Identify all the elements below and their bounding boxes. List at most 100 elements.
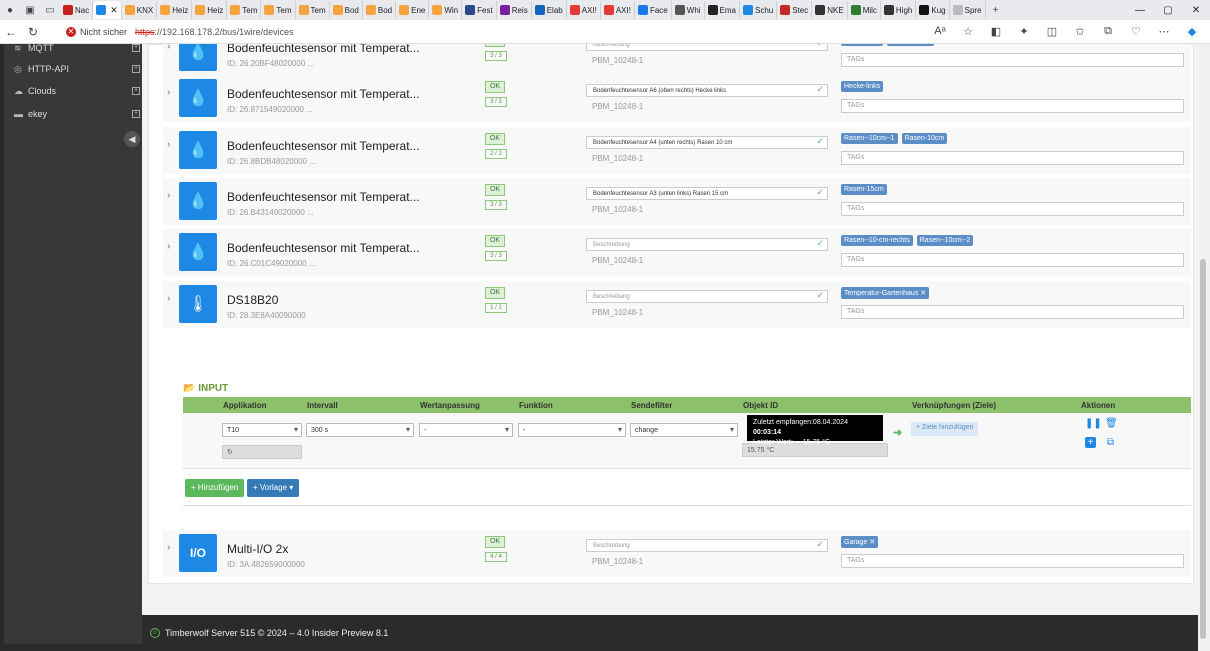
- tag-chip[interactable]: Rasen-10cm: [901, 133, 948, 144]
- split-screen-icon[interactable]: ◫: [1040, 25, 1064, 38]
- add-targets-button[interactable]: + Ziele hinzufügen: [911, 422, 979, 436]
- browser-tab[interactable]: AXI!: [601, 1, 635, 19]
- browser-tab[interactable]: ✕: [93, 1, 122, 19]
- description-input[interactable]: Beschreibung✓: [586, 44, 828, 51]
- chevron-right-icon[interactable]: ›: [167, 241, 170, 252]
- template-button[interactable]: + Vorlage ▾: [247, 479, 300, 497]
- funktion-select[interactable]: -: [518, 423, 626, 437]
- security-indicator[interactable]: ✕ Nicht sicher: [66, 26, 127, 37]
- tag-chip[interactable]: Rasen-15cm: [841, 184, 887, 195]
- interval-select[interactable]: 300 s: [306, 423, 414, 437]
- tag-input[interactable]: TAGs: [841, 202, 1184, 216]
- chevron-right-icon[interactable]: ›: [167, 87, 170, 98]
- browser-tab[interactable]: Schu: [740, 1, 778, 19]
- add-icon[interactable]: +: [1085, 437, 1096, 448]
- browser-tab[interactable]: AXI!: [567, 1, 601, 19]
- expand-icon[interactable]: +: [132, 65, 140, 73]
- browser-tab[interactable]: Face: [635, 1, 672, 19]
- puzzle-icon[interactable]: ✦: [1012, 25, 1036, 38]
- sendefilter-select[interactable]: change: [630, 423, 738, 437]
- tag-input[interactable]: TAGs: [841, 554, 1184, 568]
- description-input[interactable]: Beschreibung✓: [586, 290, 828, 303]
- copilot-icon[interactable]: ◆: [1180, 25, 1204, 38]
- back-icon[interactable]: ←: [0, 25, 22, 39]
- browser-tab[interactable]: Tem: [296, 1, 330, 19]
- browser-tab[interactable]: Bod: [330, 1, 363, 19]
- sidebar-item-mqtt[interactable]: ≋ MQTT +: [14, 40, 140, 56]
- url-field[interactable]: https://192.168.178.2/bus/1wire/devices: [135, 27, 294, 37]
- description-input[interactable]: Bodenfeuchtesensor A4 (unten rechts) Ras…: [586, 136, 828, 149]
- tag-input[interactable]: TAGs: [841, 151, 1184, 165]
- browser-tab[interactable]: Fest: [462, 1, 497, 19]
- close-window-icon[interactable]: ✕: [1182, 5, 1210, 16]
- browser-tab[interactable]: Bod: [363, 1, 397, 19]
- minimize-icon[interactable]: —: [1126, 5, 1154, 16]
- chevron-right-icon[interactable]: ›: [167, 190, 170, 201]
- browser-tab[interactable]: High: [881, 1, 917, 19]
- description-input[interactable]: Beschreibung✓: [586, 238, 828, 251]
- trash-icon[interactable]: 🗑: [1105, 418, 1118, 429]
- tag-chip[interactable]: Garage ✕: [841, 536, 879, 548]
- description-input[interactable]: Bodenfeuchtesensor A6 (oben rechts) Heck…: [586, 84, 828, 97]
- browser-tab[interactable]: Reis: [497, 1, 532, 19]
- maximize-icon[interactable]: ▢: [1154, 5, 1182, 16]
- browser-tab[interactable]: Nac: [60, 1, 94, 19]
- workspaces-icon[interactable]: ▣: [20, 5, 40, 16]
- sidebar-item-http-api[interactable]: ◎ HTTP-API +: [14, 61, 140, 77]
- browser-tab[interactable]: Heiz: [192, 1, 228, 19]
- tag-chip[interactable]: Hecke-links: [841, 81, 884, 92]
- favorite-star-icon[interactable]: ☆: [956, 25, 980, 38]
- browser-tab[interactable]: Elab: [532, 1, 567, 19]
- sidebar-item-clouds[interactable]: ☁ Clouds +: [14, 83, 140, 99]
- device-row[interactable]: › 💧 Bodenfeuchtesensor mit Temperat... ID: …: [163, 229, 1191, 277]
- browser-tab[interactable]: KNX: [122, 1, 158, 19]
- device-row-multi-io[interactable]: › I/O Multi-I/O 2x ID: 3A.482659000000 O…: [163, 530, 1191, 578]
- browser-tab[interactable]: Heiz: [157, 1, 193, 19]
- browser-tab[interactable]: Tem: [261, 1, 296, 19]
- tag-chip[interactable]: Hecke-links: [841, 44, 884, 46]
- copy-icon[interactable]: ⧉: [1105, 437, 1116, 448]
- reload-icon[interactable]: ↻: [22, 25, 44, 39]
- chevron-right-icon[interactable]: ›: [167, 44, 170, 52]
- application-select[interactable]: T10: [222, 423, 302, 437]
- browser-tab[interactable]: Whi: [672, 1, 705, 19]
- tag-chip[interactable]: Rasen--10cm--1: [841, 133, 898, 144]
- tag-input[interactable]: TAGs: [841, 99, 1184, 113]
- scrollbar[interactable]: [1198, 44, 1210, 651]
- browser-tab[interactable]: NKE: [812, 1, 848, 19]
- tag-input[interactable]: TAGs: [841, 253, 1184, 267]
- browser-tab[interactable]: Ema: [705, 1, 740, 19]
- chevron-right-icon[interactable]: ›: [167, 139, 170, 150]
- browser-tab[interactable]: Milc: [848, 1, 881, 19]
- chevron-right-icon[interactable]: ›: [167, 542, 170, 553]
- expand-icon[interactable]: +: [132, 110, 140, 118]
- collections-icon[interactable]: ⧉: [1096, 25, 1120, 38]
- tag-chip[interactable]: Hecke-rechts: [887, 44, 935, 46]
- scrollbar-thumb[interactable]: [1200, 259, 1206, 639]
- browser-tab[interactable]: Spre: [950, 1, 986, 19]
- browser-tab[interactable]: Ene: [396, 1, 430, 19]
- browser-tab[interactable]: Tem: [227, 1, 262, 19]
- profile-icon[interactable]: ●: [0, 5, 20, 16]
- tab-actions-icon[interactable]: ▭: [40, 5, 60, 16]
- collapse-sidebar-icon[interactable]: ◀: [124, 131, 140, 147]
- device-row[interactable]: › 🌡 DS18B20 ID: 28.3E8A40090000 OK 1 / 1 Besch…: [163, 281, 1191, 329]
- description-input[interactable]: Bodenfeuchtesensor A3 (unten links) Rase…: [586, 187, 828, 200]
- device-row[interactable]: › 💧 Bodenfeuchtesensor mit Temperat... ID: …: [163, 75, 1191, 123]
- browser-tab[interactable]: Stec: [777, 1, 813, 19]
- close-tab-icon[interactable]: ✕: [110, 5, 118, 16]
- browser-tab[interactable]: Kug: [916, 1, 950, 19]
- device-row[interactable]: › 💧 Bodenfeuchtesensor mit Temperat... ID: …: [163, 44, 1191, 77]
- wertanpassung-select[interactable]: -: [419, 423, 513, 437]
- tag-chip[interactable]: Rasen--10cm--2: [916, 235, 974, 246]
- expand-icon[interactable]: +: [132, 44, 140, 52]
- new-tab-icon[interactable]: +: [986, 5, 1006, 16]
- browser-essentials-icon[interactable]: ♡: [1124, 25, 1148, 38]
- extension-icon[interactable]: ◧: [984, 25, 1008, 38]
- chevron-right-icon[interactable]: ›: [167, 293, 170, 304]
- device-row[interactable]: › 💧 Bodenfeuchtesensor mit Temperat... ID: …: [163, 127, 1191, 175]
- pause-icon[interactable]: ❚❚: [1085, 418, 1102, 429]
- tag-chip[interactable]: Temperatur-Gartenhaus ✕: [841, 287, 930, 299]
- expand-icon[interactable]: +: [132, 87, 140, 95]
- device-row[interactable]: › 💧 Bodenfeuchtesensor mit Temperat... ID: …: [163, 178, 1191, 226]
